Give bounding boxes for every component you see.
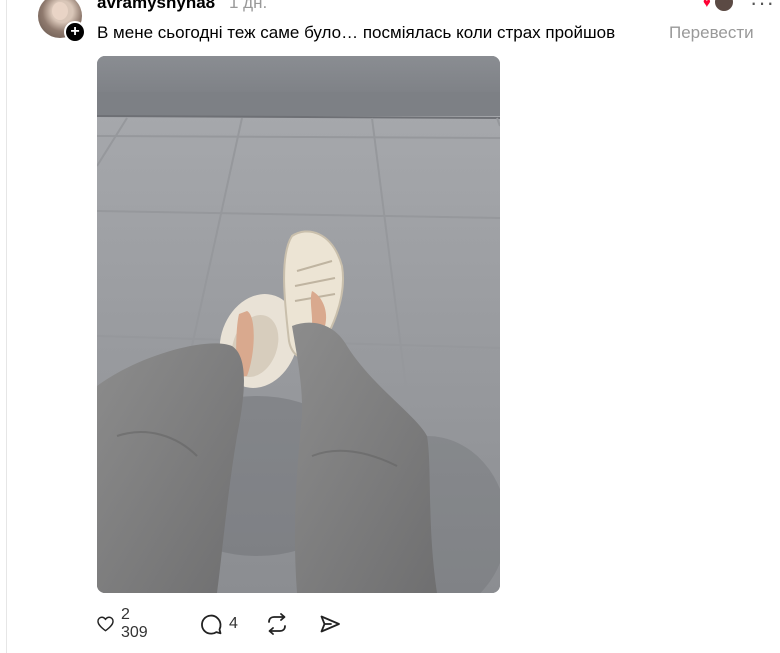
heart-icon bbox=[97, 616, 114, 632]
liker-avatar bbox=[713, 0, 735, 13]
share-icon bbox=[320, 615, 340, 633]
translate-link[interactable]: Перевести bbox=[669, 23, 754, 43]
more-options-button[interactable]: ··· bbox=[750, 0, 775, 16]
like-count: 2 309 bbox=[121, 606, 148, 641]
avatar-face bbox=[52, 2, 68, 20]
heart-badge-icon: ♥ bbox=[703, 0, 711, 10]
follow-plus-icon[interactable]: + bbox=[64, 21, 86, 43]
like-button[interactable]: 2 309 bbox=[96, 606, 153, 641]
photo-illustration bbox=[97, 56, 500, 593]
comment-icon bbox=[201, 614, 222, 635]
comment-count: 4 bbox=[229, 615, 238, 632]
likers-avatars[interactable]: ♥ bbox=[703, 0, 735, 13]
post-photo[interactable] bbox=[97, 56, 500, 593]
repost-icon bbox=[268, 613, 286, 635]
share-button[interactable] bbox=[318, 611, 342, 637]
comment-button[interactable]: 4 bbox=[199, 611, 238, 637]
repost-button[interactable] bbox=[264, 611, 290, 637]
thread-line bbox=[6, 0, 7, 653]
post-time: 1 дн. bbox=[229, 0, 268, 12]
username[interactable]: avramyshyna8 bbox=[97, 0, 215, 13]
post-text: В мене сьогодні теж саме було… посміялас… bbox=[97, 23, 616, 42]
